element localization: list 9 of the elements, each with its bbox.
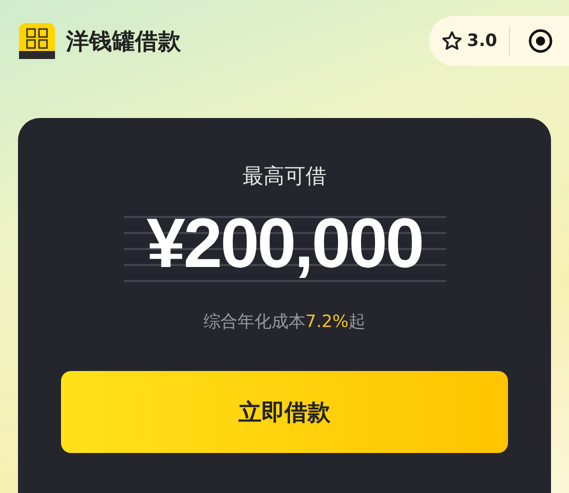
app-name: 洋钱罐借款 [66, 28, 181, 56]
star-icon [441, 30, 463, 52]
borrow-now-button[interactable]: 立即借款 [61, 371, 508, 453]
rating-button[interactable]: 3.0 [441, 30, 498, 52]
rating-value: 3.0 [467, 31, 498, 51]
interest-rate-text: 综合年化成本7.2%起 [203, 311, 366, 333]
app-logo-icon [19, 23, 55, 59]
loan-limit-label: 最高可借 [242, 163, 326, 190]
loan-amount: ¥200,000 [146, 203, 422, 283]
